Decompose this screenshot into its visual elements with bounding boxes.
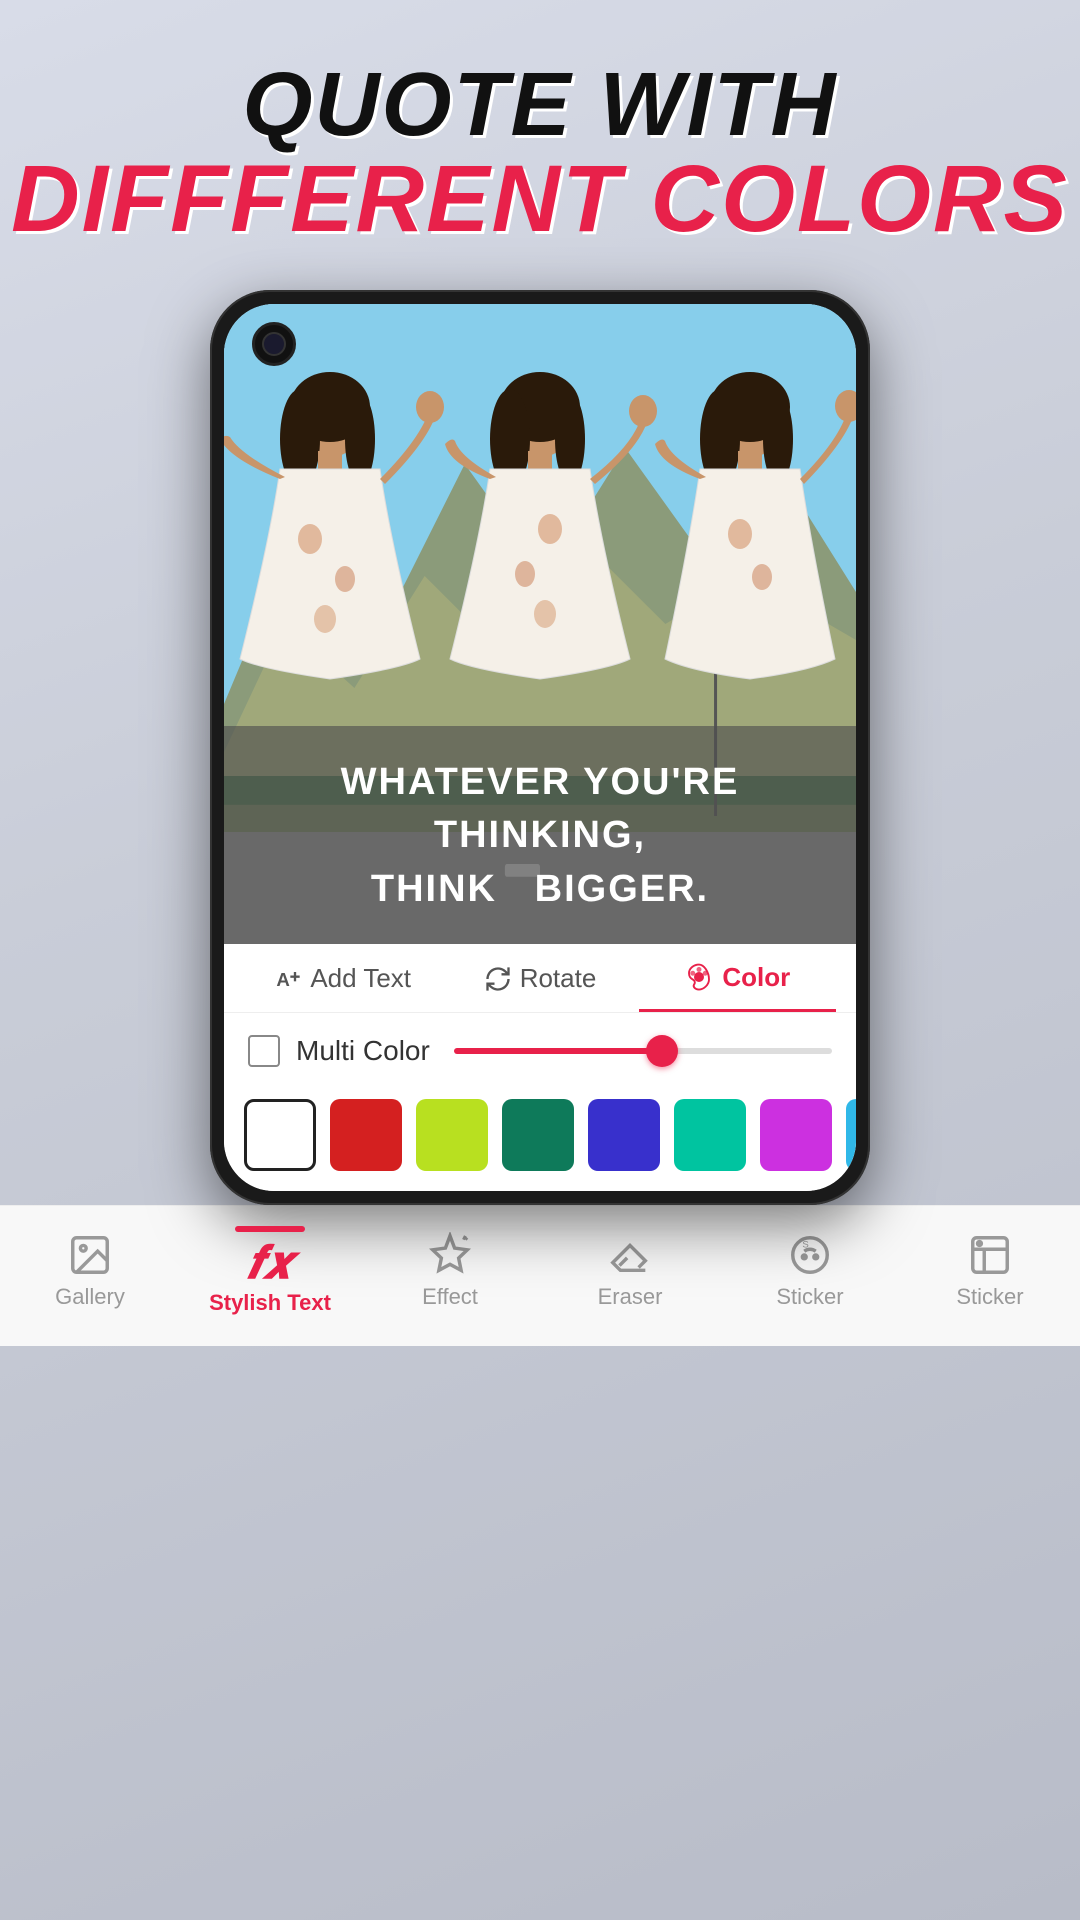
nav-eraser[interactable]: Eraser [540,1232,720,1310]
nav-stylish-text[interactable]: 𝒇𝒙 Stylish Text [180,1226,360,1316]
color-swatch-0[interactable] [244,1099,316,1171]
quote-overlay: WHATEVER YOU'RE THINKING,THINK BIGGER. [224,726,856,944]
slider-thumb[interactable] [646,1035,678,1067]
tab-color-label: Color [722,962,790,993]
tab-rotate[interactable]: Rotate [441,963,638,1010]
quote-text: WHATEVER YOU'RE THINKING,THINK BIGGER. [254,756,826,916]
active-tab-indicator [235,1226,305,1232]
color-swatches [224,1089,856,1191]
color-slider[interactable] [454,1048,832,1054]
photo-area: WHATEVER YOU'RE THINKING,THINK BIGGER. [224,304,856,944]
color-swatch-7[interactable] [846,1099,856,1171]
multi-color-checkbox[interactable] [248,1035,280,1067]
nav-sticker1[interactable]: S Sticker [720,1232,900,1310]
nav-gallery[interactable]: Gallery [0,1232,180,1310]
nav-effect-label: Effect [422,1284,478,1310]
sticker2-icon [967,1232,1013,1278]
color-swatch-5[interactable] [674,1099,746,1171]
multi-color-label: Multi Color [296,1035,430,1067]
color-swatch-2[interactable] [416,1099,488,1171]
nav-sticker2[interactable]: Sticker [900,1232,1080,1310]
color-swatch-1[interactable] [330,1099,402,1171]
header-section: QUOTE WITH DIFFFERENT COLORS [0,0,1080,280]
nav-sticker1-label: Sticker [776,1284,843,1310]
tabs-row: A Add Text [224,944,856,1013]
nav-effect[interactable]: Effect [360,1232,540,1310]
fx-icon: 𝒇𝒙 [247,1240,292,1286]
effect-icon [427,1232,473,1278]
color-swatch-6[interactable] [760,1099,832,1171]
nav-sticker2-label: Sticker [956,1284,1023,1310]
color-swatch-3[interactable] [502,1099,574,1171]
svg-text:S: S [802,1239,808,1250]
tab-add-text-label: Add Text [310,963,411,994]
phone-mockup: WHATEVER YOU'RE THINKING,THINK BIGGER. A [210,290,870,1205]
camera-punch-hole [252,322,296,366]
phone-screen: WHATEVER YOU'RE THINKING,THINK BIGGER. A [224,304,856,1191]
svg-text:A: A [277,969,290,990]
header-line1: QUOTE WITH [0,60,1080,150]
bottom-nav: Gallery 𝒇𝒙 Stylish Text Effect Eraser [0,1205,1080,1346]
rotate-icon [484,965,512,993]
add-text-icon: A [274,965,302,993]
tab-rotate-label: Rotate [520,963,597,994]
tab-color[interactable]: Color [639,962,836,1012]
phone-wrapper: WHATEVER YOU'RE THINKING,THINK BIGGER. A [0,280,1080,1205]
sticker1-icon: S [787,1232,833,1278]
nav-stylish-text-label: Stylish Text [209,1290,331,1316]
color-icon [684,962,714,992]
header-line2: DIFFFERENT COLORS [0,150,1080,250]
multi-color-row: Multi Color [224,1013,856,1089]
eraser-icon [607,1232,653,1278]
nav-eraser-label: Eraser [598,1284,663,1310]
bottom-panel: A Add Text [224,944,856,1191]
tab-add-text[interactable]: A Add Text [244,963,441,1010]
gallery-icon [67,1232,113,1278]
nav-gallery-label: Gallery [55,1284,125,1310]
color-swatch-4[interactable] [588,1099,660,1171]
